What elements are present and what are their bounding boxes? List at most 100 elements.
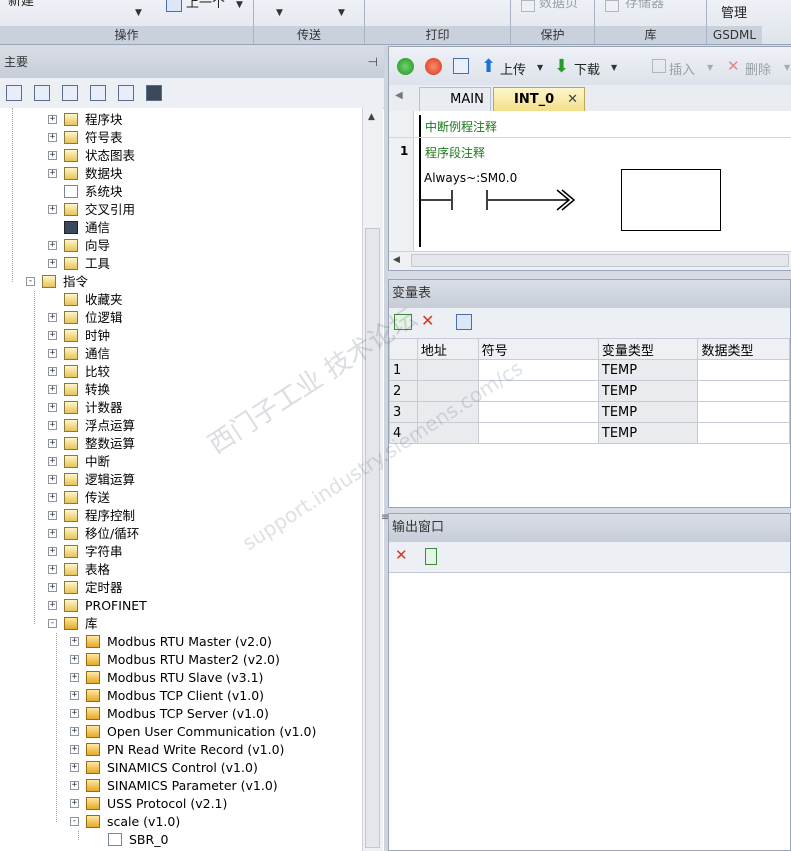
address-cell[interactable]	[416, 401, 479, 423]
tree-item[interactable]: -库	[0, 615, 360, 633]
symbol-cell[interactable]	[477, 422, 599, 444]
delete-button[interactable]: 删除	[745, 59, 771, 78]
tree-item[interactable]: + USS Protocol (v2.1)	[0, 795, 360, 813]
expand-icon[interactable]: +	[48, 601, 57, 610]
memory-button[interactable]: 存储器	[625, 0, 664, 19]
table-row[interactable]: 1 TEMP	[389, 359, 790, 381]
expand-icon[interactable]: +	[48, 385, 57, 394]
dropdown-arrow-icon[interactable]: ▼	[276, 8, 283, 18]
pin-icon[interactable]: ⊣	[368, 46, 378, 78]
tab-main[interactable]: MAIN	[419, 87, 491, 111]
download-button[interactable]: 下载	[574, 59, 600, 78]
stop-icon[interactable]	[425, 58, 442, 75]
scrollbar-thumb[interactable]	[411, 254, 789, 267]
expand-icon[interactable]: +	[48, 547, 57, 556]
tree-item[interactable]: + 计数器	[0, 399, 360, 417]
expand-icon[interactable]: +	[70, 727, 79, 736]
tree-item[interactable]: 系统块	[0, 183, 360, 201]
tree-item[interactable]: + 通信	[0, 345, 360, 363]
symbol-cell[interactable]	[477, 401, 599, 423]
insert-row-icon[interactable]	[394, 314, 412, 330]
tree-item[interactable]: + PN Read Write Record (v1.0)	[0, 741, 360, 759]
expand-icon[interactable]: +	[48, 151, 57, 160]
table-row[interactable]: 3 TEMP	[389, 401, 790, 423]
var-type-cell[interactable]: TEMP	[597, 380, 699, 402]
expand-icon[interactable]: +	[48, 421, 57, 430]
tree-item[interactable]: + SINAMICS Control (v1.0)	[0, 759, 360, 777]
tab-int0[interactable]: INT_0 ✕	[493, 87, 585, 111]
tree-item[interactable]: - scale (v1.0)	[0, 813, 360, 831]
tree-item[interactable]: + 中断	[0, 453, 360, 471]
expand-icon[interactable]: +	[48, 457, 57, 466]
collapse-icon[interactable]: -	[70, 817, 79, 826]
expand-icon[interactable]: +	[48, 241, 57, 250]
expand-icon[interactable]: +	[48, 511, 57, 520]
dropdown-arrow-icon[interactable]: ▼	[611, 63, 617, 72]
var-type-cell[interactable]: TEMP	[597, 422, 699, 444]
expand-icon[interactable]: +	[70, 763, 79, 772]
data-page-button[interactable]: 数据页	[539, 0, 578, 19]
expand-icon[interactable]: +	[48, 349, 57, 358]
dropdown-arrow-icon[interactable]: ▼	[236, 0, 243, 10]
routine-comment[interactable]: 中断例程注释	[425, 118, 497, 135]
document-icon[interactable]	[90, 85, 106, 101]
tree-item[interactable]: + PROFINET	[0, 597, 360, 615]
expand-icon[interactable]: +	[48, 367, 57, 376]
close-tab-icon[interactable]: ✕	[567, 88, 578, 112]
expand-icon[interactable]: +	[48, 313, 57, 322]
tree-item[interactable]: + 程序控制	[0, 507, 360, 525]
expand-icon[interactable]: +	[48, 331, 57, 340]
prev-button[interactable]: 上一个	[186, 0, 225, 19]
expand-icon[interactable]: +	[70, 781, 79, 790]
contact-label[interactable]: Always~:SM0.0	[424, 171, 517, 185]
tree-item[interactable]: + 数据块	[0, 165, 360, 183]
document-icon[interactable]	[62, 85, 78, 101]
tree-item[interactable]: 通信	[0, 219, 360, 237]
tree-item[interactable]: + Modbus TCP Server (v1.0)	[0, 705, 360, 723]
tree-item[interactable]: SBR_0	[0, 831, 360, 849]
expand-icon[interactable]: +	[48, 403, 57, 412]
expand-icon[interactable]: +	[70, 709, 79, 718]
tree-item[interactable]: + 移位/循环	[0, 525, 360, 543]
window-icon[interactable]	[118, 85, 134, 101]
tree-scrollbar[interactable]: ▲	[362, 108, 383, 851]
tree-item[interactable]: + 表格	[0, 561, 360, 579]
tree-item[interactable]: - 指令	[0, 273, 360, 291]
dropdown-arrow-icon[interactable]: ▼	[537, 63, 543, 72]
address-cell[interactable]	[416, 359, 479, 381]
data-type-cell[interactable]	[697, 359, 790, 381]
expand-icon[interactable]: +	[70, 745, 79, 754]
tree-item[interactable]: + Modbus TCP Client (v1.0)	[0, 687, 360, 705]
expand-icon[interactable]: +	[48, 475, 57, 484]
download-arrow-icon[interactable]: ⬇	[554, 56, 569, 77]
expand-icon[interactable]: +	[70, 799, 79, 808]
ladder-editor[interactable]: 中断例程注释 1 程序段注释 Always~:SM0.0	[389, 111, 791, 251]
expand-icon[interactable]: +	[70, 691, 79, 700]
data-type-cell[interactable]	[697, 380, 790, 402]
var-type-cell[interactable]: TEMP	[597, 401, 699, 423]
clear-output-icon[interactable]: ✕	[395, 546, 408, 564]
tree-item[interactable]: 收藏夹	[0, 291, 360, 309]
monitor-icon[interactable]	[146, 85, 162, 101]
data-type-cell[interactable]	[697, 422, 790, 444]
expand-icon[interactable]: +	[48, 565, 57, 574]
empty-box-instruction[interactable]	[621, 169, 721, 231]
tree-item[interactable]: + 符号表	[0, 129, 360, 147]
var-type-cell[interactable]: TEMP	[597, 359, 699, 381]
table-icon[interactable]	[34, 85, 50, 101]
expand-icon[interactable]: +	[48, 259, 57, 268]
export-icon[interactable]	[456, 314, 472, 330]
contact-rung[interactable]	[419, 186, 579, 216]
dropdown-arrow-icon[interactable]: ▼	[338, 8, 345, 18]
insert-button[interactable]: 插入	[669, 59, 695, 78]
table-row[interactable]: 4 TEMP	[389, 422, 790, 444]
dropdown-arrow-icon[interactable]: ▼	[707, 63, 713, 72]
compile-icon[interactable]	[453, 58, 469, 74]
collapse-icon[interactable]: -	[48, 619, 57, 628]
tree-item[interactable]: + 字符串	[0, 543, 360, 561]
tree-item[interactable]: + 状态图表	[0, 147, 360, 165]
tree-item[interactable]: + Modbus RTU Master (v2.0)	[0, 633, 360, 651]
tree-item[interactable]: + Modbus RTU Master2 (v2.0)	[0, 651, 360, 669]
tree-item[interactable]: + 向导	[0, 237, 360, 255]
tree-item[interactable]: + SINAMICS Parameter (v1.0)	[0, 777, 360, 795]
